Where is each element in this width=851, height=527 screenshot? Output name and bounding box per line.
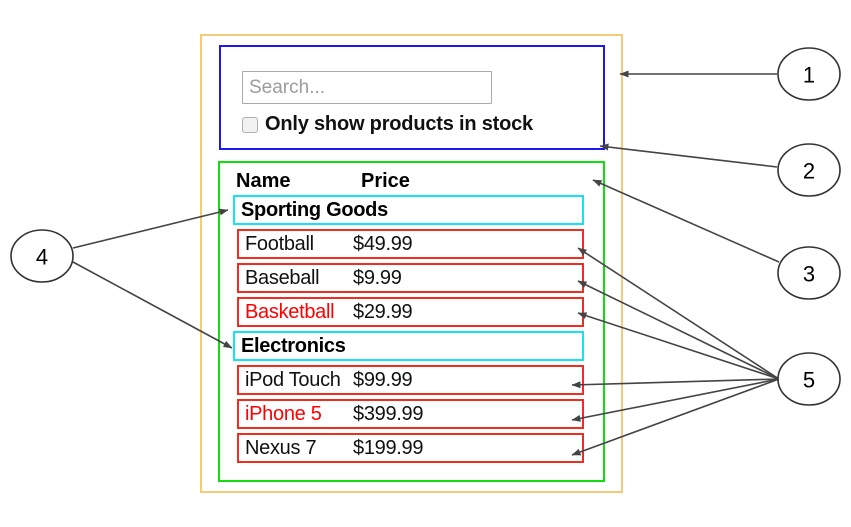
- callout-badge-1: 1: [777, 47, 841, 101]
- product-price: $99.99: [353, 368, 413, 391]
- product-price: $29.99: [353, 300, 413, 323]
- column-header-price: Price: [361, 169, 410, 192]
- search-bar-panel: Only show products in stock: [219, 45, 605, 150]
- callout-number: 2: [803, 159, 815, 184]
- product-name: Basketball: [245, 300, 335, 323]
- leader-line-2: [599, 143, 778, 168]
- callout-circle: [777, 47, 841, 101]
- table-header-row: Name Price: [236, 167, 586, 195]
- callout-number: 4: [36, 245, 48, 270]
- product-row: Basketball $29.99: [237, 297, 584, 327]
- category-row: Electronics: [233, 331, 584, 361]
- callout-badge-3: 3: [777, 246, 841, 300]
- callout-badge-2: 2: [777, 143, 841, 197]
- product-row: iPod Touch $99.99: [237, 365, 584, 395]
- callout-badge-4: 4: [10, 229, 74, 283]
- product-name: iPhone 5: [245, 402, 322, 425]
- category-row: Sporting Goods: [233, 195, 584, 225]
- callout-circle: [777, 352, 841, 406]
- product-row: iPhone 5 $399.99: [237, 399, 584, 429]
- product-row: Football $49.99: [237, 229, 584, 259]
- product-name: Nexus 7: [245, 436, 317, 459]
- product-price: $49.99: [353, 232, 413, 255]
- product-row: Baseball $9.99: [237, 263, 584, 293]
- product-name: Football: [245, 232, 314, 255]
- product-price: $9.99: [353, 266, 402, 289]
- component-diagram-stage: Only show products in stock Name Price S…: [0, 0, 851, 527]
- search-input[interactable]: [242, 71, 492, 104]
- callout-number: 5: [803, 368, 815, 393]
- callout-number: 1: [803, 63, 815, 88]
- in-stock-checkbox-label: Only show products in stock: [265, 113, 533, 135]
- callout-circle: [10, 229, 74, 283]
- category-name: Sporting Goods: [241, 198, 388, 221]
- column-header-name: Name: [236, 169, 291, 192]
- in-stock-checkbox[interactable]: [242, 116, 258, 133]
- product-price: $199.99: [353, 436, 424, 459]
- category-name: Electronics: [241, 334, 346, 357]
- product-row: Nexus 7 $199.99: [237, 433, 584, 463]
- callout-badge-5: 5: [777, 352, 841, 406]
- product-price: $399.99: [353, 402, 424, 425]
- product-name: iPod Touch: [245, 368, 341, 391]
- callout-circle: [777, 143, 841, 197]
- callout-circle: [777, 246, 841, 300]
- callout-number: 3: [803, 262, 815, 287]
- stock-filter-row[interactable]: Only show products in stock: [242, 113, 533, 136]
- product-name: Baseball: [245, 266, 320, 289]
- product-rows-container: Sporting Goods Football $49.99 Baseball $9.9…: [220, 195, 603, 467]
- product-table-panel: Name Price Sporting Goods Football $49.99 B…: [218, 161, 605, 482]
